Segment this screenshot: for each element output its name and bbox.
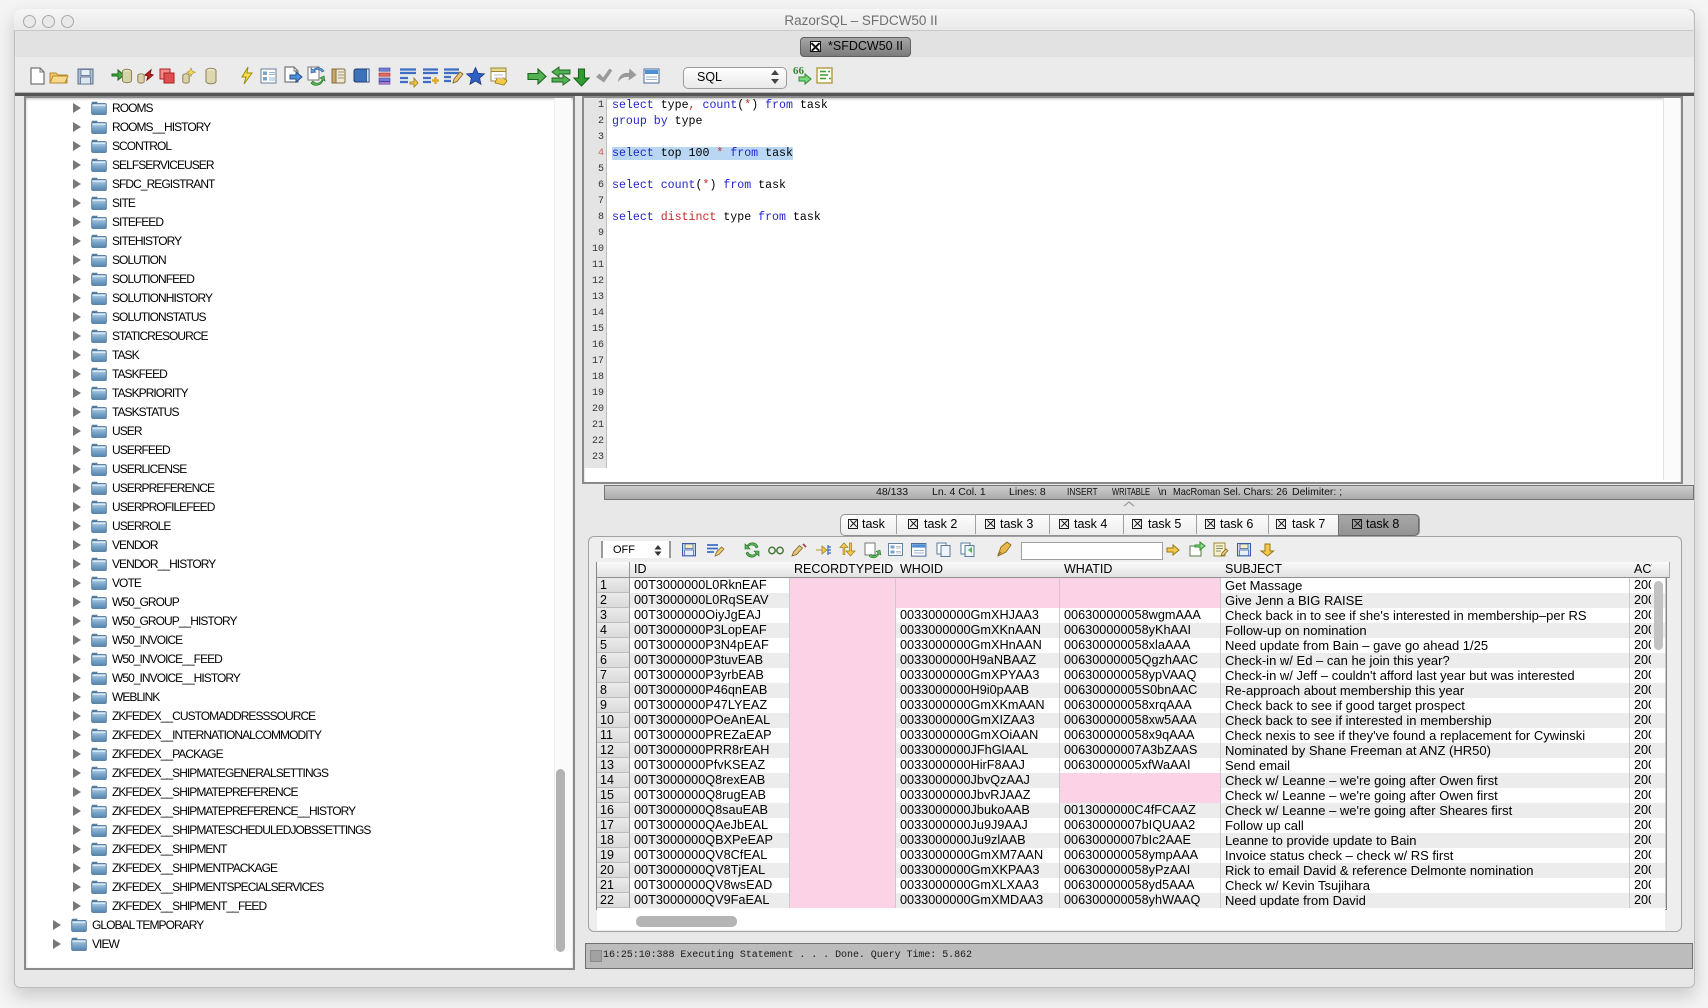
svg-text:66: 66 [793, 65, 805, 77]
